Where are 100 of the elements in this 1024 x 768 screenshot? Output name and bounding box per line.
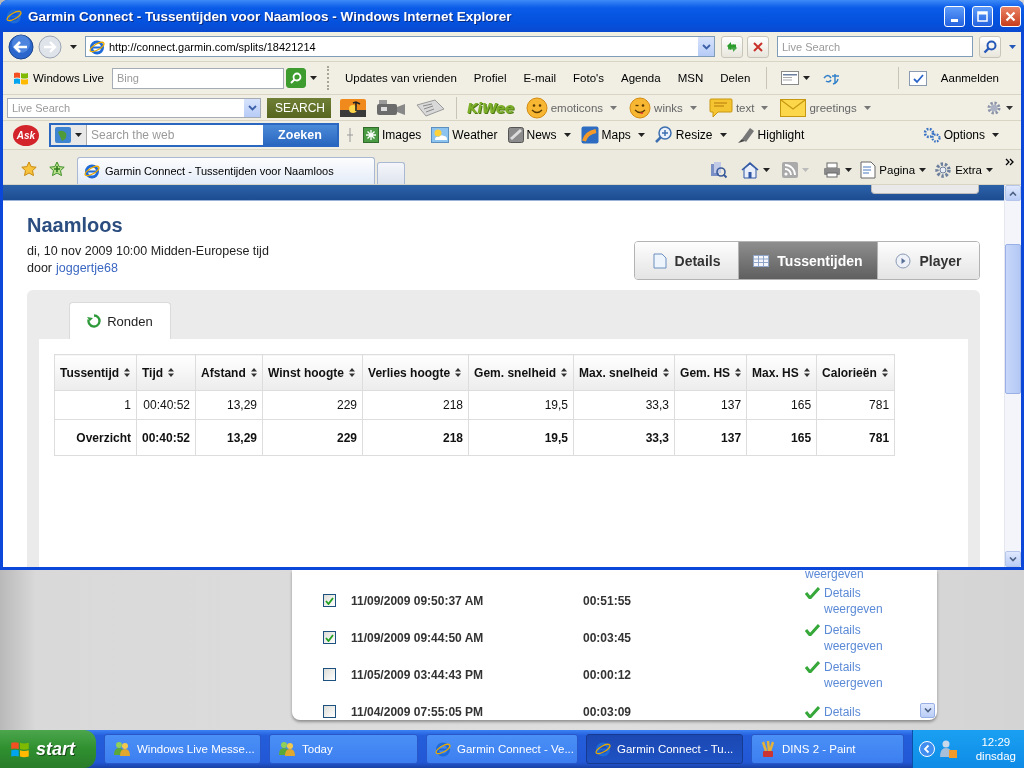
address-field[interactable]: http://connect.garmin.com/splits/18421214 [85,36,715,57]
maximize-button[interactable] [972,5,993,27]
refresh-button[interactable] [721,35,743,58]
column-header[interactable]: Calorieën [816,354,895,391]
start-button[interactable]: start [0,730,96,768]
caret-icon[interactable] [309,76,317,80]
search-button[interactable] [979,35,1001,58]
details-link[interactable]: Details weergeven [824,658,895,691]
details-link[interactable]: weergeven [805,570,864,580]
caret-icon[interactable] [75,133,82,137]
toolbar-button[interactable]: text [735,101,755,114]
printer-icon[interactable] [823,162,842,178]
search-button[interactable]: Zoeken [263,125,337,145]
details-link[interactable]: Details [824,703,861,720]
checkbox[interactable] [323,594,336,607]
column-header[interactable]: Afstand [195,354,263,391]
taskbar-button[interactable]: Garmin Connect - Ve... [426,734,578,764]
caret-icon[interactable] [845,168,853,172]
checkbox[interactable] [323,705,336,718]
details-link[interactable]: Details weergeven [824,621,895,654]
author-link[interactable]: joggertje68 [56,261,118,275]
grip-icon[interactable] [347,128,353,142]
scroll-down-button[interactable] [920,703,935,718]
tools-menu[interactable]: Extra [955,164,982,176]
search-field[interactable]: Search the web Zoeken [49,123,339,147]
research-icon[interactable] [709,161,728,179]
view-tab[interactable]: Tussentijden [738,242,877,279]
toolbar-button[interactable]: Maps [601,128,631,142]
search-field[interactable]: Live Search [777,36,973,57]
checkbox-icon[interactable] [908,70,927,86]
window-icon[interactable] [781,71,800,85]
browser-tab[interactable]: Garmin Connect - Tussentijden voor Naamloos [77,157,375,184]
scroll-down-button[interactable] [1005,551,1021,567]
taskbar-button[interactable]: Windows Live Messe... [104,734,261,764]
view-tab[interactable]: Details [635,242,738,279]
toolbar-link[interactable]: Updates van vrienden [344,72,457,84]
view-tab[interactable]: Player [877,242,979,279]
chevron-left-icon[interactable] [919,741,935,757]
taskbar-button[interactable]: DINS 2 - Paint [751,734,904,764]
page-icon[interactable] [860,161,877,179]
search-button[interactable]: SEARCH [267,97,331,118]
toolbar-link[interactable]: E-mail [523,72,557,84]
toolbar-link[interactable]: Foto's [573,72,604,84]
caret-icon[interactable] [637,133,645,137]
caret-icon[interactable] [1006,105,1013,110]
sign-in-link[interactable]: Aanmelden [940,72,999,84]
toolbar-button[interactable]: Highlight [757,128,805,142]
column-header[interactable]: Winst hoogte [262,354,363,391]
column-header[interactable]: Verlies hoogte [362,354,469,391]
toolbar-button[interactable]: Weather [452,128,498,142]
back-button[interactable] [8,33,34,60]
column-header[interactable]: Tussentijd [54,354,137,391]
caret-icon[interactable] [563,133,571,137]
home-icon[interactable] [741,161,760,179]
toolbar-link[interactable]: Profiel [473,72,507,84]
options-button[interactable]: Options [943,128,985,142]
toolbar-link[interactable]: Delen [720,72,751,84]
toolbar-button[interactable]: Resize [675,128,713,142]
dropdown-button[interactable] [698,37,714,56]
details-link[interactable]: Details weergeven [824,584,895,617]
winking-smiley-icon[interactable] [629,96,652,119]
search-field[interactable]: Live Search [7,97,261,118]
scroll-thumb[interactable] [1005,244,1021,394]
laps-tab[interactable]: Ronden [69,302,171,339]
add-favorite-icon[interactable] [49,161,65,177]
taskbar-button[interactable]: Garmin Connect - Tu... [586,734,743,764]
settings-icon[interactable] [934,161,953,179]
smiley-icon[interactable] [525,96,548,119]
checkbox[interactable] [323,668,336,681]
caret-icon[interactable] [70,44,77,49]
caret-icon[interactable] [919,168,927,172]
stop-button[interactable] [747,35,769,58]
minimize-button[interactable] [944,5,965,27]
caret-icon[interactable] [719,133,727,137]
caret-icon[interactable] [992,133,999,137]
search-field[interactable]: Bing [111,67,284,89]
dropdown-button[interactable] [244,98,260,117]
close-button[interactable] [1000,5,1021,27]
caret-icon[interactable] [763,168,771,172]
sunset-icon[interactable] [340,98,366,117]
column-header[interactable]: Max. snelheid [573,354,675,391]
toolbar-button[interactable]: News [526,128,557,142]
column-header[interactable]: Gem. HS [674,354,747,391]
column-header[interactable]: Gem. snelheid [468,354,574,391]
toolbar-button[interactable]: greetings [809,101,857,114]
scroll-up-button[interactable] [1005,185,1021,201]
toolbar-button[interactable]: emoticons [550,101,604,114]
chevron-right-icon[interactable] [1005,158,1015,166]
caret-icon[interactable] [986,168,993,172]
page-menu[interactable]: Pagina [879,164,916,176]
column-header[interactable]: Max. HS [746,354,817,391]
column-header[interactable]: Tijd [136,354,196,391]
toolbar-button[interactable]: Images [382,128,422,142]
favorites-star-icon[interactable] [21,161,37,177]
toolbar-link[interactable]: Agenda [621,72,661,84]
toolbar-link[interactable]: MSN [677,72,704,84]
checkbox[interactable] [323,631,336,644]
taskbar-button[interactable]: Today [269,734,418,764]
video-camera-icon[interactable] [374,98,406,117]
toolbar-button[interactable]: winks [654,101,683,114]
